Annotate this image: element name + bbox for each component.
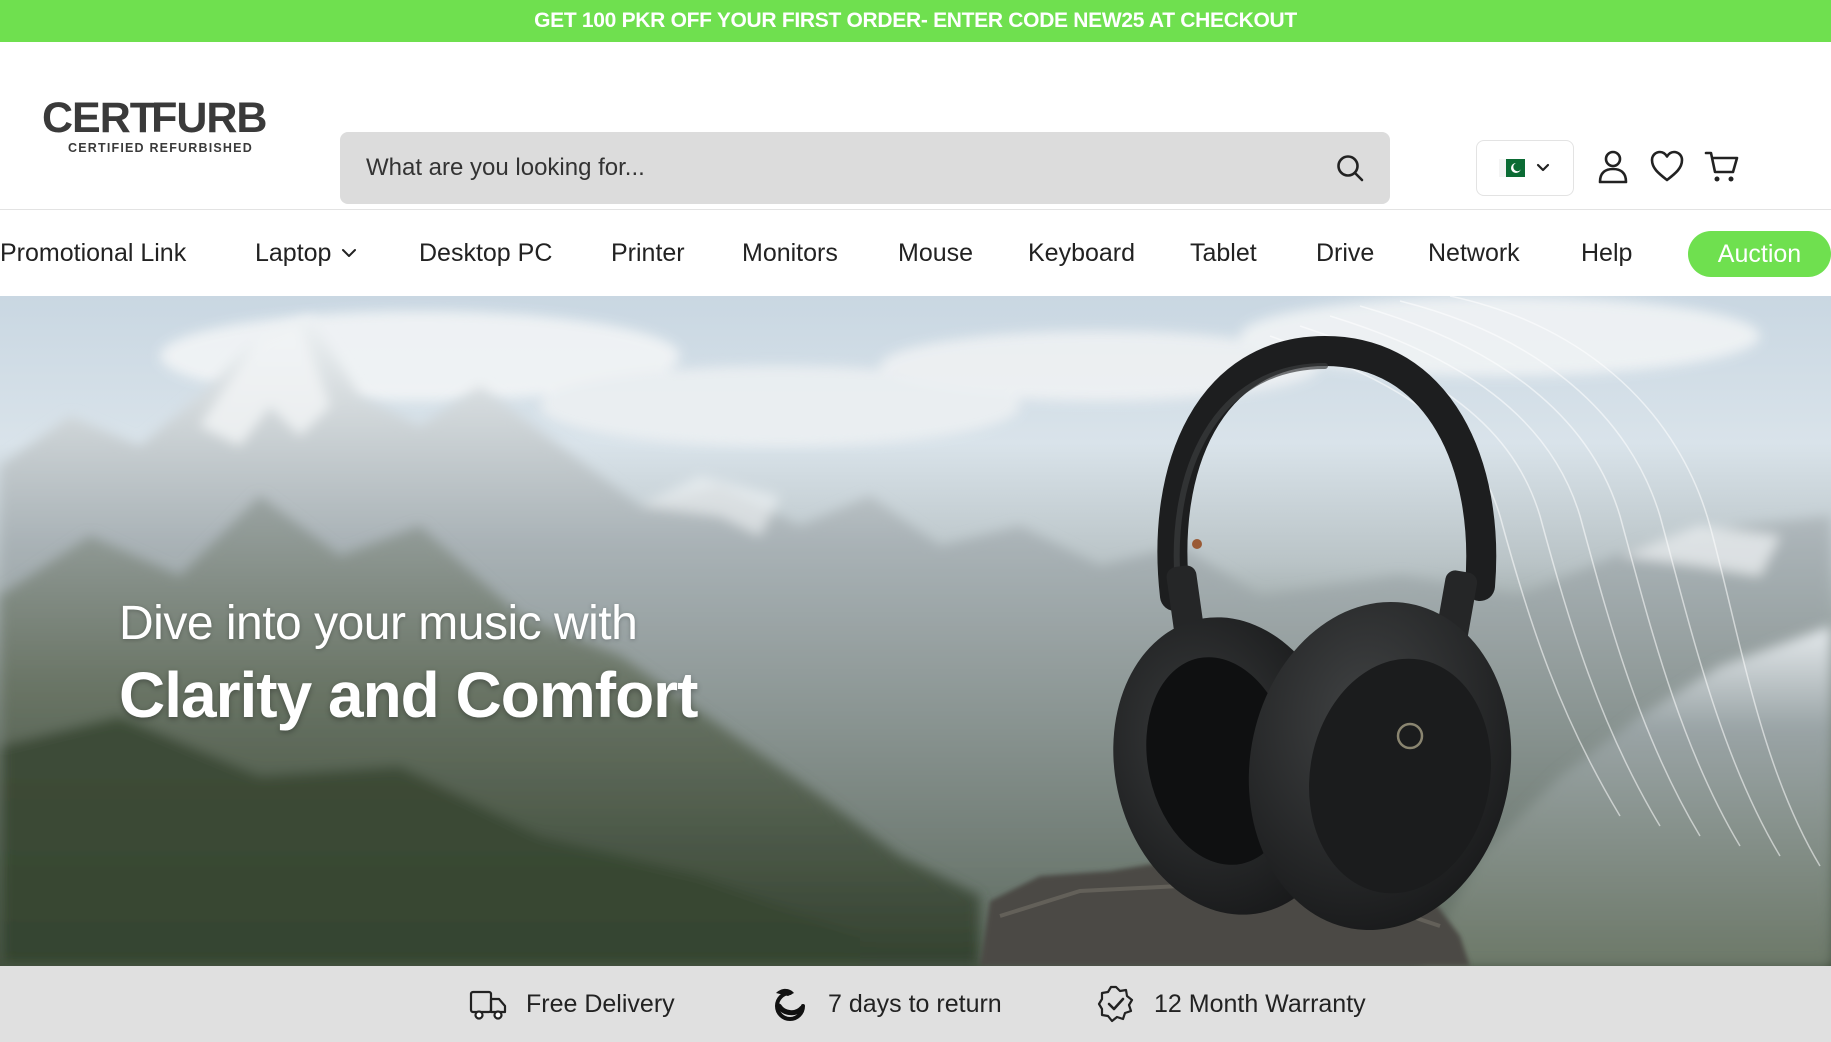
nav-item-drive[interactable]: Drive	[1316, 210, 1374, 296]
feature-returns: 7 days to return	[770, 966, 1002, 1042]
feature-label: 12 Month Warranty	[1154, 989, 1366, 1018]
logo-tagline: CERTIFIED REFURBISHED	[68, 141, 253, 155]
nav-item-promotional-link[interactable]: Promotional Link	[0, 210, 186, 296]
logo-word-left: CERT	[42, 94, 156, 142]
nav-item-mouse[interactable]: Mouse	[898, 210, 973, 296]
search-bar	[340, 132, 1390, 204]
pakistan-flag-icon	[1499, 159, 1525, 177]
nav-item-desktop-pc[interactable]: Desktop PC	[419, 210, 552, 296]
nav-item-tablet[interactable]: Tablet	[1190, 210, 1257, 296]
chevron-down-icon	[342, 249, 357, 257]
features-bar: Free Delivery 7 days to return 12 Month …	[0, 966, 1831, 1042]
heart-icon[interactable]	[1648, 147, 1686, 185]
feature-label: 7 days to return	[828, 989, 1002, 1018]
feature-warranty: 12 Month Warranty	[1096, 966, 1366, 1042]
chevron-down-icon	[1536, 163, 1550, 172]
logo-word-right: FURB	[151, 94, 267, 142]
hero-banner[interactable]: Dive into your music with Clarity and Co…	[0, 296, 1831, 966]
country-selector[interactable]	[1476, 140, 1574, 196]
cart-icon[interactable]	[1703, 147, 1741, 185]
nav-item-help[interactable]: Help	[1581, 210, 1632, 296]
hero-subtitle: Dive into your music with	[119, 597, 638, 650]
site-header: CERT FURB CERTIFIED REFURBISHED	[0, 42, 1831, 210]
promo-text: GET 100 PKR OFF YOUR FIRST ORDER- ENTER …	[534, 9, 1297, 32]
auction-button[interactable]: Auction	[1688, 231, 1831, 277]
hero-title: Clarity and Comfort	[119, 659, 698, 731]
return-icon	[775, 988, 805, 1021]
feature-label: Free Delivery	[526, 989, 675, 1018]
site-logo[interactable]: CERT FURB CERTIFIED REFURBISHED	[42, 94, 268, 197]
feature-free-delivery: Free Delivery	[468, 966, 675, 1042]
nav-item-laptop[interactable]: Laptop	[255, 210, 359, 296]
user-icon[interactable]	[1594, 147, 1632, 185]
search-icon[interactable]	[1334, 152, 1366, 184]
nav-item-printer[interactable]: Printer	[611, 210, 685, 296]
promo-banner: GET 100 PKR OFF YOUR FIRST ORDER- ENTER …	[0, 0, 1831, 42]
nav-item-network[interactable]: Network	[1428, 210, 1520, 296]
logo-wordmark: CERT FURB	[42, 94, 268, 142]
main-nav: Promotional Link Laptop Desktop PC Print…	[0, 210, 1831, 296]
nav-item-keyboard[interactable]: Keyboard	[1028, 210, 1135, 296]
search-input[interactable]	[364, 153, 1334, 183]
warranty-badge-icon	[1097, 985, 1134, 1023]
nav-item-monitors[interactable]: Monitors	[742, 210, 838, 296]
truck-icon	[469, 990, 507, 1020]
